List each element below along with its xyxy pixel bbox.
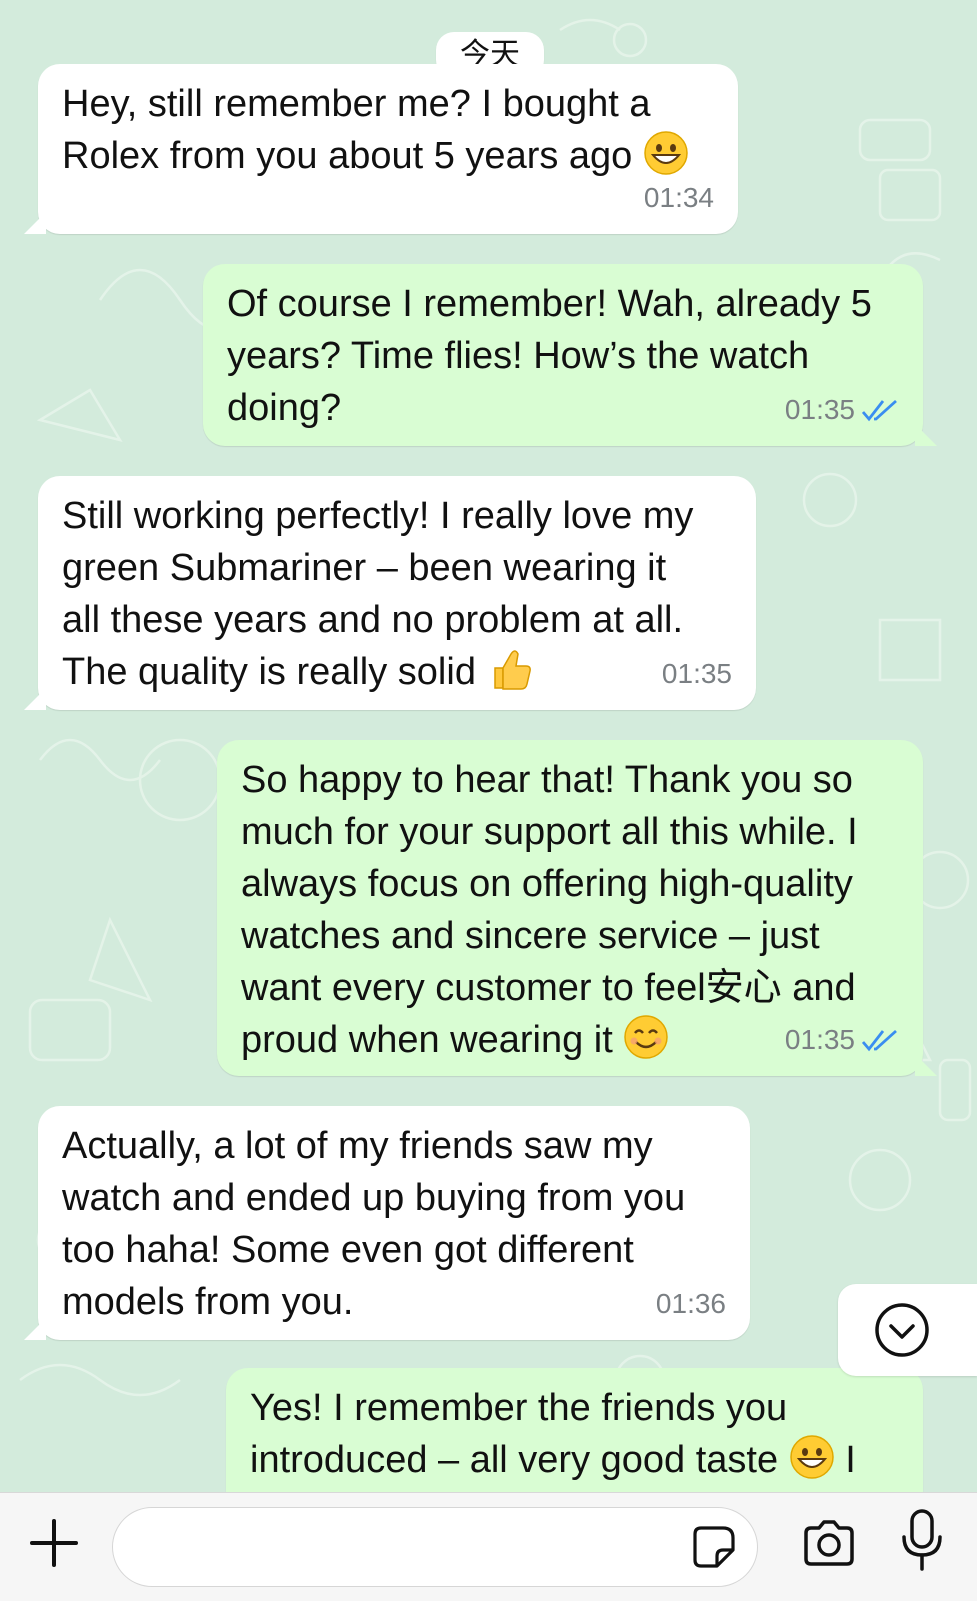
scroll-to-bottom-button[interactable] — [838, 1284, 977, 1376]
message-input[interactable] — [112, 1507, 758, 1587]
plus-icon[interactable] — [28, 1517, 80, 1569]
grinning-face-emoji-icon — [789, 1435, 834, 1479]
sticker-icon[interactable] — [691, 1524, 737, 1570]
chevron-down-circle-icon — [875, 1303, 929, 1357]
message-text-line: introduced – all very good taste I — [250, 1434, 899, 1486]
message-text-line: Yes! I remember the friends you — [250, 1387, 788, 1429]
message-compose-bar — [0, 1492, 977, 1601]
microphone-icon[interactable] — [900, 1507, 944, 1577]
chat-scroll-clip: Yes! I remember the friends you introduc… — [0, 0, 977, 1492]
message-bubble-outgoing[interactable]: Yes! I remember the friends you introduc… — [226, 1368, 923, 1492]
camera-icon[interactable] — [800, 1515, 858, 1573]
